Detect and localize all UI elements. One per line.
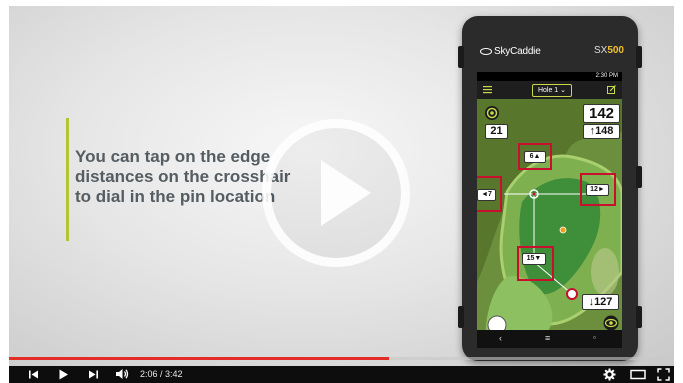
device-bumper	[636, 46, 642, 68]
brand-logo: SkyCaddie	[480, 46, 541, 57]
caption-accent-bar	[66, 118, 69, 241]
crosshair-distance-right[interactable]: 12►	[586, 184, 609, 196]
crosshair-distance-bottom[interactable]: 15▼	[522, 253, 546, 265]
distance-front[interactable]: 21	[485, 124, 508, 139]
device-screen[interactable]: 2:30 PM Hole 1 ⌄ 142 ↑148 21 ↓127 6▲ ◄7 …	[477, 72, 622, 348]
play-icon[interactable]	[58, 369, 69, 380]
recent-apps-icon[interactable]: ▫	[593, 333, 596, 342]
edit-icon[interactable]	[607, 85, 616, 94]
distance-center[interactable]: 142	[583, 104, 620, 123]
app-bar: Hole 1 ⌄	[477, 81, 622, 99]
progress-bar[interactable]	[9, 357, 674, 360]
duration: 3:42	[165, 369, 183, 379]
current-time: 2:06	[140, 369, 158, 379]
pin-marker-icon	[559, 226, 567, 234]
player-controls	[9, 366, 674, 383]
view-eye-icon[interactable]	[603, 315, 619, 331]
brand-mark-icon	[480, 47, 492, 55]
big-play-button[interactable]	[262, 119, 410, 267]
model-label: SX500	[593, 45, 624, 56]
skip-previous-icon[interactable]	[28, 369, 39, 380]
crosshair-distance-left[interactable]: ◄7	[477, 189, 496, 201]
device-bumper	[458, 306, 464, 328]
hole-selector[interactable]: Hole 1 ⌄	[532, 84, 572, 97]
distance-back[interactable]: ↑148	[583, 124, 620, 139]
skip-next-icon[interactable]	[88, 369, 99, 380]
big-play-icon	[321, 160, 371, 226]
android-nav-bar: ‹ ≡ ▫	[477, 330, 622, 348]
menu-icon[interactable]	[483, 85, 492, 94]
player-position-icon	[566, 288, 578, 300]
target-icon[interactable]	[484, 105, 500, 121]
device-bumper	[636, 306, 642, 328]
golf-gps-device: SkyCaddie SX500 2:30 PM Hole 1 ⌄ 142 ↑14…	[458, 16, 642, 361]
gear-icon[interactable]	[603, 368, 616, 381]
device-bumper	[636, 166, 642, 188]
back-icon[interactable]: ‹	[499, 333, 502, 343]
progress-played	[9, 357, 390, 360]
device-header: SkyCaddie SX500	[472, 44, 628, 62]
theater-mode-icon[interactable]	[630, 369, 646, 380]
crosshair-distance-top[interactable]: 6▲	[524, 151, 546, 163]
status-bar: 2:30 PM	[477, 72, 622, 81]
device-bumper	[458, 46, 464, 68]
time-display: 2:06 / 3:42	[140, 369, 183, 379]
volume-icon[interactable]	[115, 368, 129, 380]
home-icon[interactable]: ≡	[545, 333, 550, 343]
distance-layup[interactable]: ↓127	[582, 294, 619, 310]
fullscreen-icon[interactable]	[657, 368, 670, 381]
